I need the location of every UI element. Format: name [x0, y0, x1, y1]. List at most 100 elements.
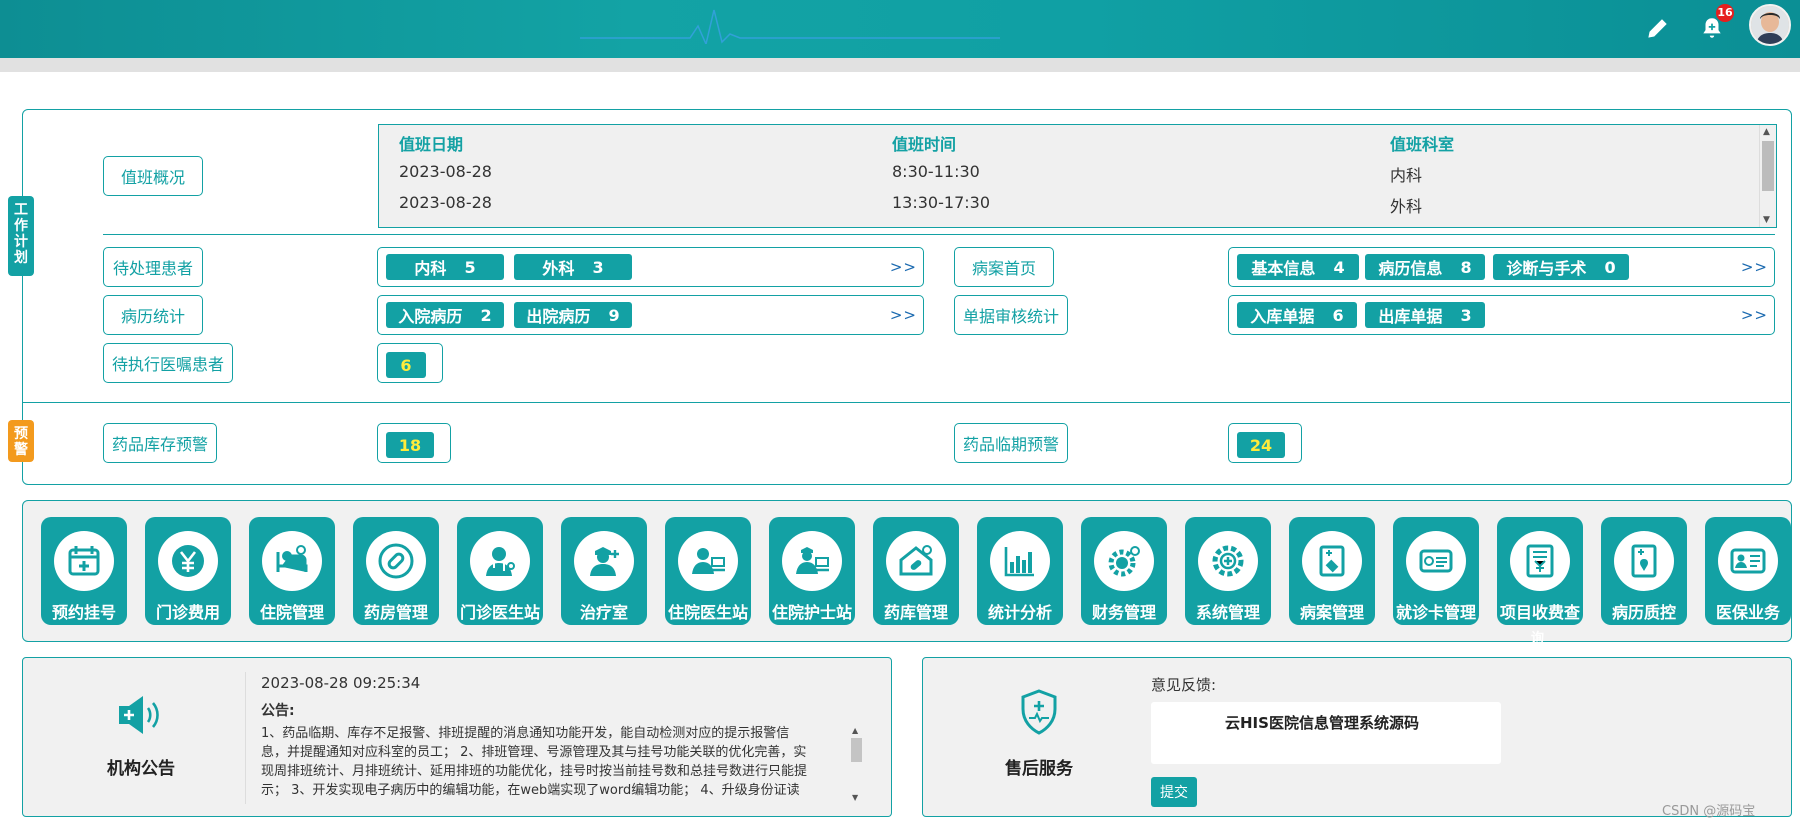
module-drug-warehouse[interactable]: 药库管理 — [873, 517, 959, 625]
module-fee-query[interactable]: 项目收费查 — [1497, 517, 1583, 625]
chip-diagnosis-surgery[interactable]: 诊断与手术 0 — [1493, 254, 1629, 280]
module-record-quality[interactable]: 病历质控 — [1601, 517, 1687, 625]
expiry-warning-count[interactable]: 24 — [1237, 432, 1285, 458]
module-label-overflow: 询 — [1531, 631, 1545, 646]
nurse-icon — [574, 531, 634, 591]
record-stats-button[interactable]: 病历统计 — [103, 295, 203, 335]
module-label: 门诊费用 — [155, 603, 220, 622]
notice-line: 示； 3、开发实现电子病历中的编辑功能，在web端实现了word编辑功能； 4、… — [261, 783, 800, 798]
column-header-dept: 值班科室 — [1390, 135, 1455, 154]
module-pharmacy[interactable]: 药房管理 — [353, 517, 439, 625]
module-inpatient[interactable]: 住院管理 — [249, 517, 335, 625]
module-insurance[interactable]: 医保业务 — [1705, 517, 1791, 625]
expiry-warning-button[interactable]: 药品临期预警 — [954, 423, 1068, 463]
top-banner — [0, 0, 1800, 58]
table-row: 2023-08-28 8:30-11:30 内科 — [379, 156, 1759, 186]
stock-warning-count[interactable]: 18 — [386, 432, 434, 458]
module-treatment-room[interactable]: 治疗室 — [561, 517, 647, 625]
top-divider — [0, 58, 1800, 72]
case-home-button[interactable]: 病案首页 — [954, 247, 1054, 287]
scroll-up-arrow-icon[interactable]: ▲ — [852, 726, 858, 735]
module-system[interactable]: 系统管理 — [1185, 517, 1271, 625]
watermark: CSDN @源码宝 — [1662, 804, 1756, 819]
notice-scrollbar[interactable]: ▲ ▼ — [851, 726, 863, 802]
more-link[interactable]: >> — [890, 258, 917, 276]
duty-table: 值班日期 值班时间 值班科室 2023-08-28 8:30-11:30 内科 … — [378, 124, 1777, 228]
notice-heading: 公告: — [261, 703, 295, 719]
chip-record-info[interactable]: 病历信息 8 — [1365, 254, 1485, 280]
chip-count: 0 — [1604, 257, 1616, 277]
notice-line: 现周排班统计、月排班统计、延用排班的功能优化，挂号时按当前挂号数和总挂号数进行只… — [261, 764, 808, 779]
module-launcher: 预约挂号 门诊费用 住院管理 药房管理 门诊医生站 治疗室 住院医生站 住院护士… — [22, 500, 1792, 642]
more-link[interactable]: >> — [1741, 306, 1768, 324]
module-inpatient-doctor[interactable]: 住院医生站 — [665, 517, 751, 625]
chip-admission-records[interactable]: 入院病历 2 — [386, 302, 504, 328]
bell-icon[interactable]: 16 — [1692, 4, 1734, 48]
pharmacy-warehouse-icon — [886, 531, 946, 591]
case-home-label: 病案首页 — [971, 259, 1036, 278]
module-label: 预约挂号 — [51, 603, 116, 622]
more-link[interactable]: >> — [890, 306, 917, 324]
divider — [103, 234, 1775, 235]
module-statistics[interactable]: 统计分析 — [977, 517, 1063, 625]
duty-date: 2023-08-28 — [399, 193, 492, 212]
module-outpatient-fee[interactable]: 门诊费用 — [145, 517, 231, 625]
avatar[interactable] — [1749, 4, 1791, 46]
module-outpatient-doctor[interactable]: 门诊医生站 — [457, 517, 543, 625]
pending-orders-count[interactable]: 6 — [386, 352, 426, 378]
module-appointment[interactable]: 预约挂号 — [41, 517, 127, 625]
stock-warning-button[interactable]: 药品库存预警 — [103, 423, 217, 463]
submit-button[interactable]: 提交 — [1151, 777, 1197, 807]
chip-inbound-docs[interactable]: 入库单据 6 — [1237, 302, 1357, 328]
notice-title: 机构公告 — [107, 759, 175, 779]
pending-orders-button[interactable]: 待执行医嘱患者 — [103, 343, 233, 383]
chip-count: 3 — [1460, 305, 1472, 325]
pending-patients-box: 内科 5 外科 3 >> — [377, 247, 924, 287]
duty-date: 2023-08-28 — [399, 162, 492, 181]
module-label: 药库管理 — [883, 603, 948, 622]
feedback-text: 云HIS医院信息管理系统源码 — [1225, 714, 1419, 732]
module-case-management[interactable]: 病案管理 — [1289, 517, 1375, 625]
module-inpatient-nurse[interactable]: 住院护士站 — [769, 517, 855, 625]
module-label: 治疗室 — [579, 603, 628, 622]
speaker-icon — [115, 692, 165, 742]
service-panel: 售后服务 意见反馈: 云HIS医院信息管理系统源码 提交 — [922, 657, 1792, 817]
scrollbar-thumb[interactable] — [1762, 141, 1774, 191]
duty-overview-button[interactable]: 值班概况 — [103, 156, 203, 196]
scroll-down-arrow-icon[interactable]: ▼ — [1763, 215, 1770, 225]
chip-surgery[interactable]: 外科 3 — [514, 254, 632, 280]
expiry-warning-label: 药品临期预警 — [962, 435, 1059, 454]
case-home-box: 基本信息 4 病历信息 8 诊断与手术 0 >> — [1228, 247, 1775, 287]
module-label: 财务管理 — [1091, 603, 1156, 622]
chip-label: 入院病历 — [398, 307, 463, 326]
doctor-desk-icon — [678, 531, 738, 591]
module-label: 住院管理 — [259, 603, 324, 622]
hospital-bed-icon — [262, 531, 322, 591]
module-label: 系统管理 — [1195, 603, 1260, 622]
chip-discharge-records[interactable]: 出院病历 9 — [514, 302, 632, 328]
more-link[interactable]: >> — [1741, 258, 1768, 276]
chip-basic-info[interactable]: 基本信息 4 — [1237, 254, 1359, 280]
record-stats-box: 入院病历 2 出院病历 9 >> — [377, 295, 924, 335]
record-quality-icon — [1614, 531, 1674, 591]
pending-patients-button[interactable]: 待处理患者 — [103, 247, 203, 287]
doc-review-button[interactable]: 单据审核统计 — [954, 295, 1068, 335]
module-medical-card[interactable]: 就诊卡管理 — [1393, 517, 1479, 625]
warning-tag-label: 预警 — [14, 426, 28, 458]
notice-body: 1、药品临期、库存不足报警、排班提醒的消息通知功能开发，能自动检测对应的提示报警… — [261, 724, 871, 802]
divider — [22, 402, 1790, 403]
scrollbar-thumb[interactable] — [851, 738, 862, 762]
scroll-up-arrow-icon[interactable]: ▲ — [1763, 127, 1770, 137]
chip-label: 内科 — [414, 259, 447, 278]
work-plan-tag-label: 工作计划 — [14, 202, 28, 266]
feedback-input[interactable]: 云HIS医院信息管理系统源码 — [1151, 702, 1501, 764]
chip-outbound-docs[interactable]: 出库单据 3 — [1365, 302, 1485, 328]
chip-label: 出院病历 — [526, 307, 591, 326]
table-scrollbar[interactable]: ▲ ▼ — [1759, 125, 1776, 227]
pencil-icon[interactable] — [1638, 8, 1678, 48]
notice-line: 息，并提醒通知对应科室的员工； 2、排班管理、号源管理及其与挂号功能关联的优化完… — [261, 745, 807, 760]
case-file-icon — [1302, 531, 1362, 591]
chip-internal-medicine[interactable]: 内科 5 — [386, 254, 504, 280]
module-finance[interactable]: 财务管理 — [1081, 517, 1167, 625]
scroll-down-arrow-icon[interactable]: ▼ — [852, 793, 858, 802]
